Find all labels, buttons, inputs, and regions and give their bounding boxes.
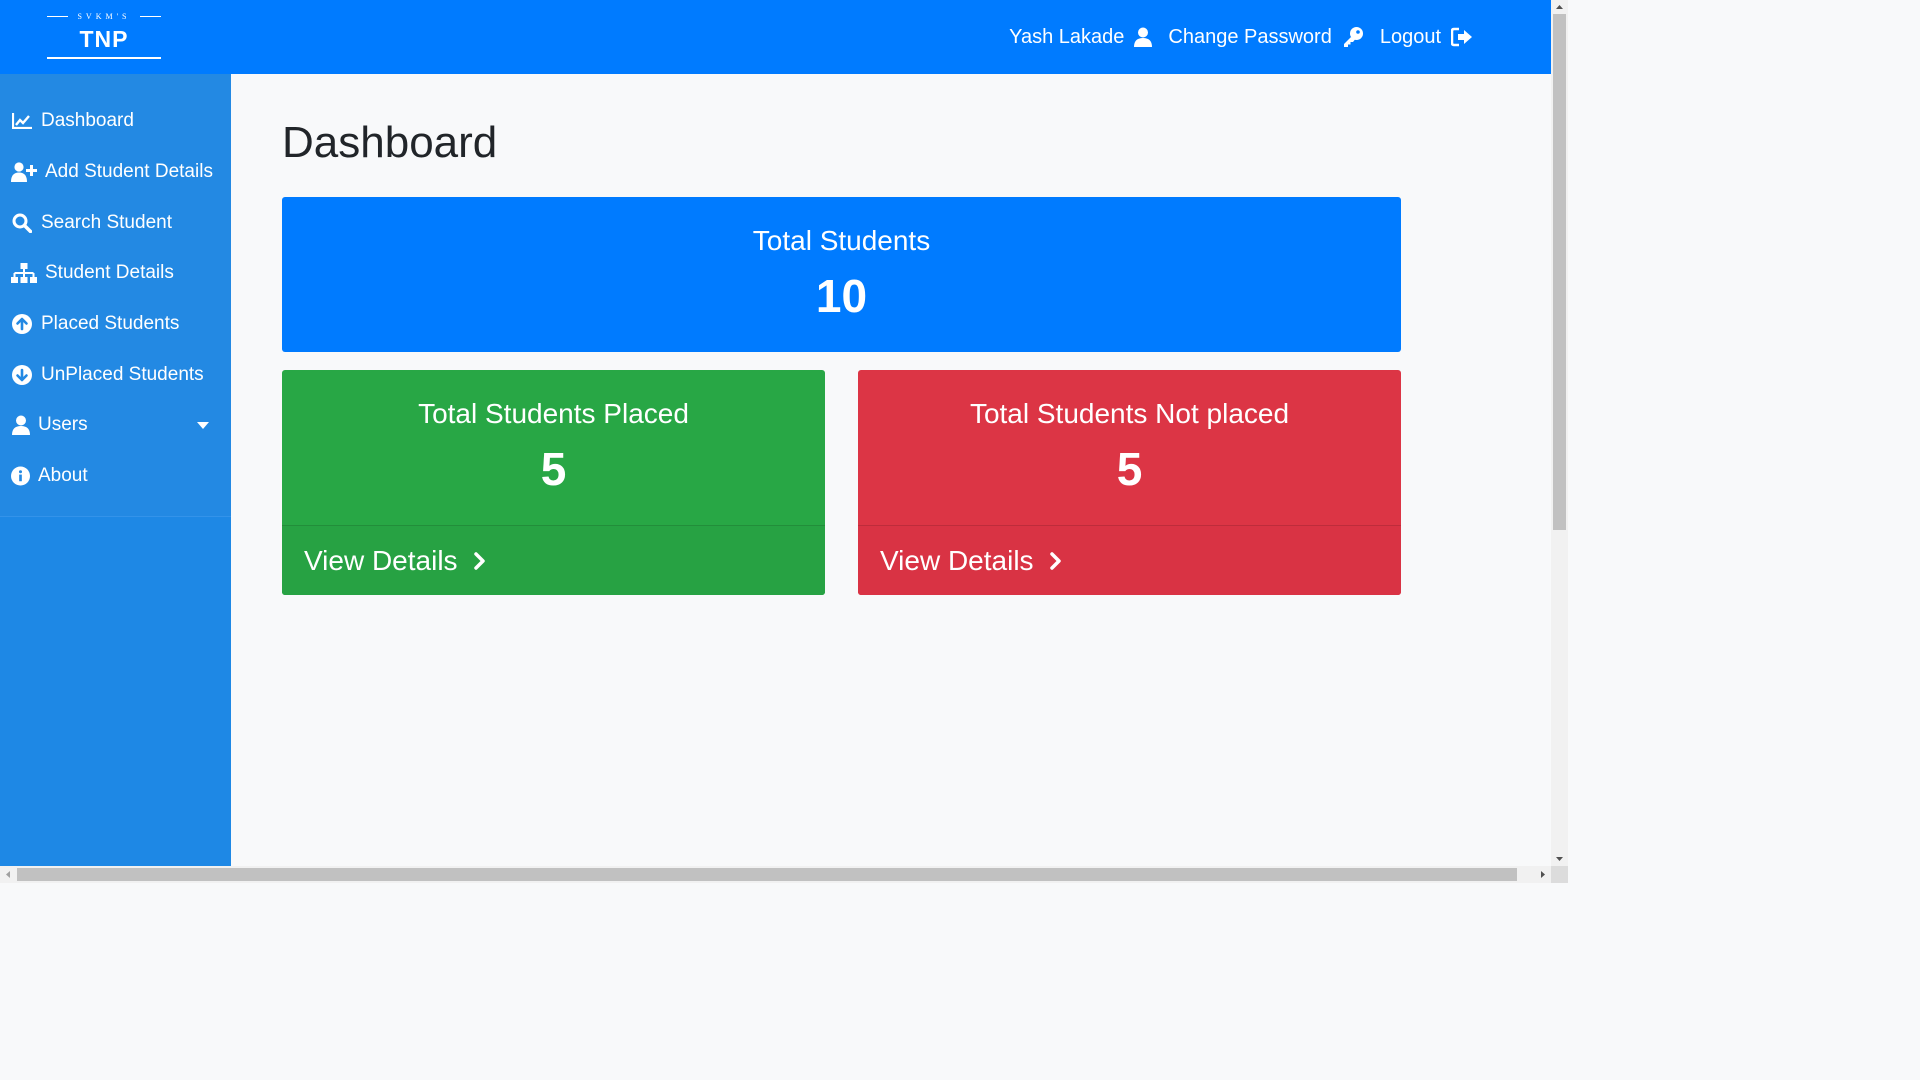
- top-navbar: SVKM'S TNP Yash Lakade Change Password L…: [0, 0, 1551, 74]
- total-students-card: Total Students 10: [282, 197, 1401, 352]
- sidebar-item-label: Search Student: [41, 211, 172, 233]
- main-content: Dashboard Total Students 10 Total Studen…: [231, 74, 1551, 866]
- unplaced-view-details-link[interactable]: View Details: [858, 525, 1401, 595]
- logout-label: Logout: [1379, 25, 1441, 48]
- user-profile-link[interactable]: Yash Lakade: [1009, 25, 1153, 49]
- top-links: Yash Lakade Change Password Logout: [993, 0, 1473, 74]
- chevron-right-icon: [473, 551, 485, 570]
- unplaced-students-card: Total Students Not placed 5 View Details: [858, 370, 1401, 595]
- sidebar-item-student-details[interactable]: Student Details: [0, 248, 231, 299]
- placed-students-value: 5: [540, 443, 567, 495]
- change-password-label: Change Password: [1168, 25, 1332, 48]
- scrollbar-corner: [1551, 866, 1568, 883]
- view-details-label: View Details: [880, 544, 1034, 576]
- sidebar-item-label: Dashboard: [41, 110, 134, 132]
- sidebar-item-label: About: [38, 465, 88, 487]
- search-icon: [11, 213, 33, 233]
- scroll-left-arrow-icon[interactable]: [0, 866, 17, 883]
- scroll-up-arrow-icon[interactable]: [1551, 0, 1568, 14]
- arrow-circle-up-icon: [11, 314, 33, 335]
- arrow-circle-down-icon: [11, 364, 33, 385]
- sidebar: Dashboard Add Student Details Search Stu…: [0, 74, 231, 866]
- sidebar-item-placed-students[interactable]: Placed Students: [0, 299, 231, 350]
- logo-underline: [47, 57, 161, 59]
- user-icon: [11, 415, 30, 436]
- sidebar-item-label: UnPlaced Students: [41, 363, 204, 385]
- vertical-scrollbar[interactable]: [1551, 0, 1568, 866]
- placed-students-label: Total Students Placed: [418, 398, 689, 429]
- placed-students-card: Total Students Placed 5 View Details: [282, 370, 825, 595]
- sidebar-item-label: Placed Students: [41, 313, 180, 335]
- sidebar-item-unplaced-students[interactable]: UnPlaced Students: [0, 349, 231, 400]
- caret-down-icon: [197, 422, 209, 430]
- sidebar-item-users[interactable]: Users: [0, 400, 231, 451]
- logo-title: TNP: [79, 26, 129, 52]
- unplaced-students-label: Total Students Not placed: [969, 398, 1290, 429]
- logout-link[interactable]: Logout: [1380, 26, 1473, 49]
- horizontal-scrollbar-thumb[interactable]: [17, 868, 1517, 881]
- view-details-label: View Details: [304, 544, 458, 576]
- total-students-value: 10: [815, 270, 868, 322]
- user-icon: [1134, 27, 1153, 47]
- tnp-logo[interactable]: SVKM'S TNP: [47, 10, 161, 60]
- key-icon: [1343, 27, 1363, 47]
- sidebar-item-about[interactable]: About: [0, 451, 231, 502]
- placed-view-details-link[interactable]: View Details: [282, 525, 825, 595]
- horizontal-scrollbar[interactable]: [0, 866, 1551, 883]
- scroll-down-arrow-icon[interactable]: [1551, 852, 1568, 866]
- total-students-label: Total Students: [752, 225, 931, 256]
- user-plus-icon: [11, 162, 37, 183]
- sidebar-item-label: Users: [38, 414, 88, 436]
- sidebar-item-label: Student Details: [45, 262, 174, 284]
- chart-line-icon: [11, 111, 33, 131]
- unplaced-students-value: 5: [1116, 443, 1143, 495]
- scroll-right-arrow-icon[interactable]: [1534, 866, 1551, 883]
- sitemap-icon: [11, 263, 37, 284]
- logo-line-right: [140, 16, 161, 17]
- sidebar-item-label: Add Student Details: [45, 161, 213, 183]
- sidebar-menu: Dashboard Add Student Details Search Stu…: [0, 74, 231, 517]
- sidebar-item-dashboard[interactable]: Dashboard: [0, 96, 231, 147]
- chevron-right-icon: [1049, 551, 1061, 570]
- user-name: Yash Lakade: [1009, 25, 1125, 48]
- vertical-scrollbar-thumb[interactable]: [1553, 14, 1566, 530]
- sidebar-item-search-student[interactable]: Search Student: [0, 197, 231, 248]
- info-circle-icon: [11, 466, 30, 486]
- change-password-link[interactable]: Change Password: [1168, 26, 1363, 49]
- page-title: Dashboard: [282, 118, 498, 167]
- sign-out-icon: [1451, 27, 1472, 47]
- sidebar-item-add-student-details[interactable]: Add Student Details: [0, 147, 231, 198]
